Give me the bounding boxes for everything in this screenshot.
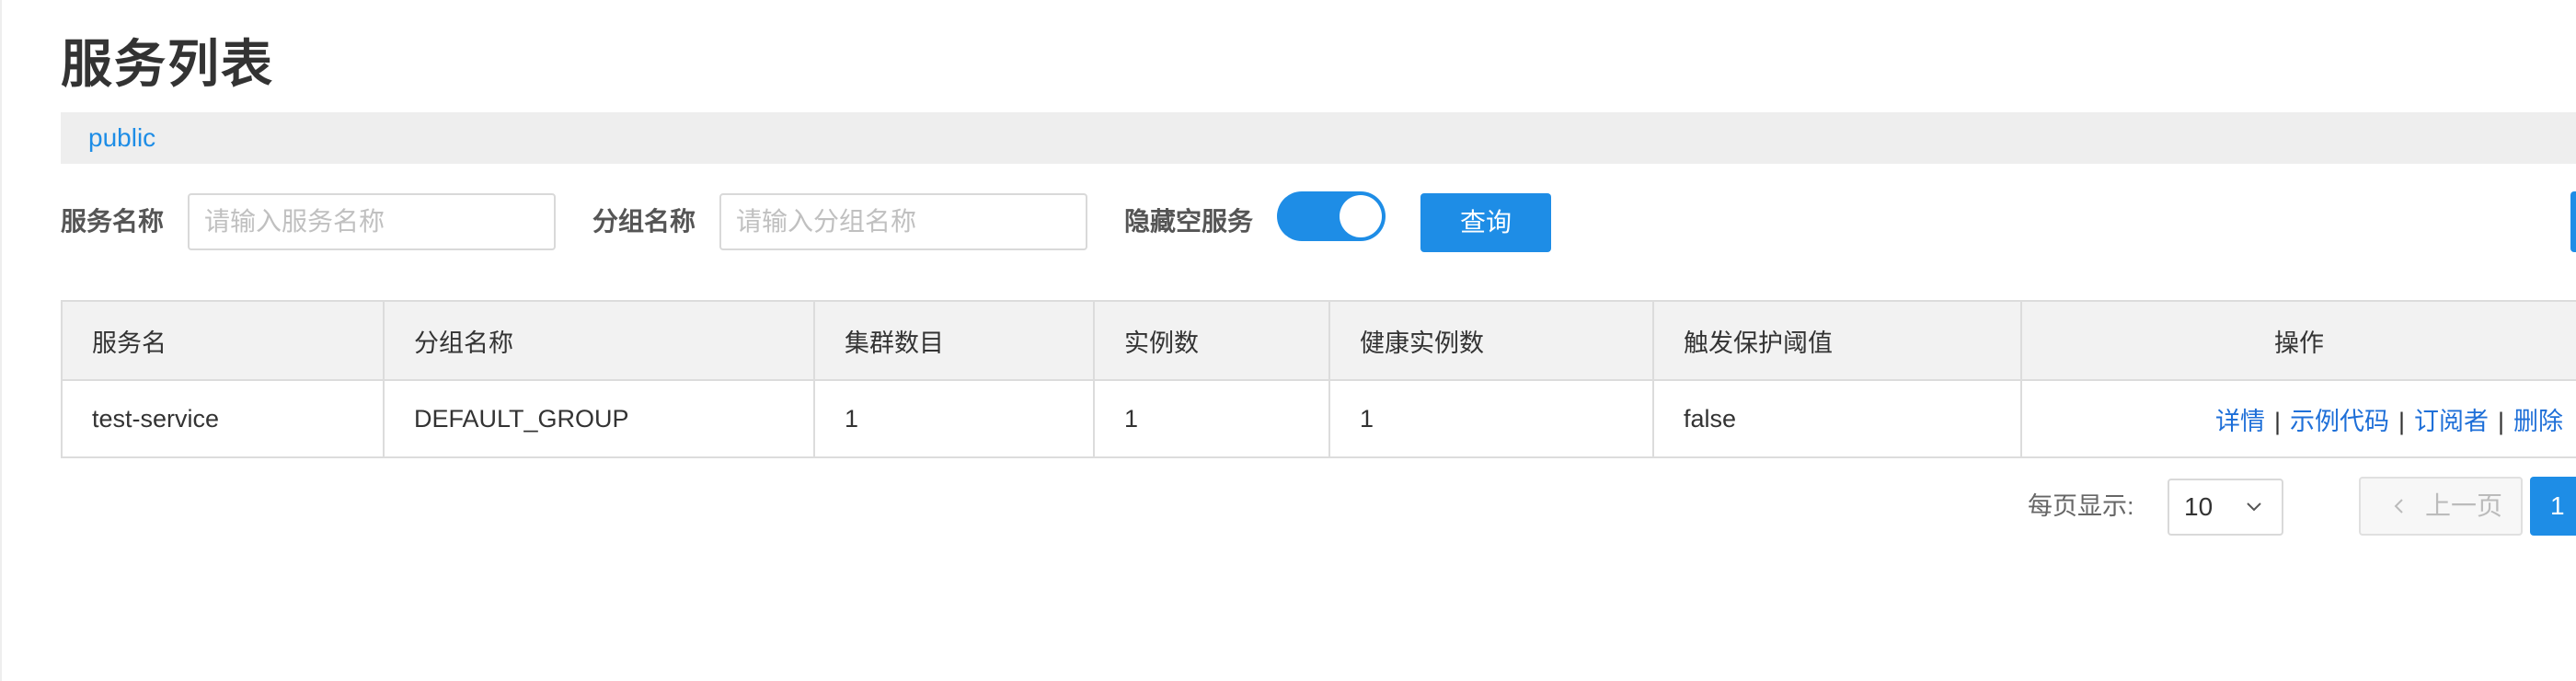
cell-service-name: test-service: [61, 379, 385, 458]
table-header-row: 服务名 分组名称 集群数目 实例数 健康实例数 触发保护阈值 操作: [61, 300, 2576, 381]
group-name-label: 分组名称: [592, 207, 696, 236]
action-separator: |: [2398, 407, 2405, 435]
delete-link[interactable]: 删除: [2513, 408, 2563, 435]
sample-code-link[interactable]: 示例代码: [2290, 408, 2389, 435]
prev-page-button[interactable]: 上一页: [2359, 477, 2523, 536]
toggle-knob: [1340, 195, 1382, 237]
hide-empty-label: 隐藏空服务: [1124, 207, 1254, 236]
chevron-left-icon: [2394, 499, 2403, 514]
page-size-label: 每页显示:: [2028, 492, 2134, 520]
column-header-group-name[interactable]: 分组名称: [383, 300, 815, 381]
group-name-input[interactable]: [719, 193, 1087, 250]
table-row: test-service DEFAULT_GROUP 1 1 1 false 详…: [61, 379, 2576, 458]
service-list-page: 服务列表 public 服务名称 分组名称 隐藏空服务 查询 服务名 分组名称 …: [0, 0, 2576, 681]
cell-cluster-count: 1: [813, 379, 1095, 458]
query-button[interactable]: 查询: [1420, 193, 1551, 252]
service-name-input[interactable]: [188, 193, 556, 250]
prev-page-label: 上一页: [2425, 491, 2503, 520]
action-separator: |: [2497, 407, 2504, 435]
cell-group-name: DEFAULT_GROUP: [383, 379, 815, 458]
page-size-select[interactable]: 10: [2168, 479, 2283, 536]
cell-instance-count: 1: [1093, 379, 1330, 458]
column-header-actions: 操作: [2020, 300, 2576, 381]
page-title: 服务列表: [61, 35, 274, 93]
cell-healthy-count: 1: [1328, 379, 1654, 458]
page-size-value: 10: [2184, 492, 2214, 521]
namespace-item-public[interactable]: public: [88, 112, 155, 164]
cell-actions: 详情 | 示例代码 | 订阅者 | 删除: [2020, 379, 2576, 458]
column-header-instance-count[interactable]: 实例数: [1093, 300, 1330, 381]
service-table: 服务名 分组名称 集群数目 实例数 健康实例数 触发保护阈值 操作 test-s…: [61, 300, 2576, 458]
hide-empty-toggle[interactable]: [1277, 191, 1386, 241]
column-header-healthy-count[interactable]: 健康实例数: [1328, 300, 1654, 381]
create-service-button-edge[interactable]: [2570, 191, 2576, 252]
chevron-down-icon: [2247, 502, 2261, 512]
column-header-service-name[interactable]: 服务名: [61, 300, 385, 381]
cell-protect-threshold: false: [1652, 379, 2022, 458]
service-name-label: 服务名称: [61, 207, 165, 236]
namespace-bar: public: [61, 112, 2576, 164]
detail-link[interactable]: 详情: [2215, 408, 2265, 435]
column-header-protect-threshold[interactable]: 触发保护阈值: [1652, 300, 2022, 381]
subscribers-link[interactable]: 订阅者: [2414, 408, 2489, 435]
action-separator: |: [2273, 407, 2281, 435]
column-header-cluster-count[interactable]: 集群数目: [813, 300, 1095, 381]
left-border: [0, 0, 2, 681]
page-number-1[interactable]: 1: [2530, 477, 2576, 536]
